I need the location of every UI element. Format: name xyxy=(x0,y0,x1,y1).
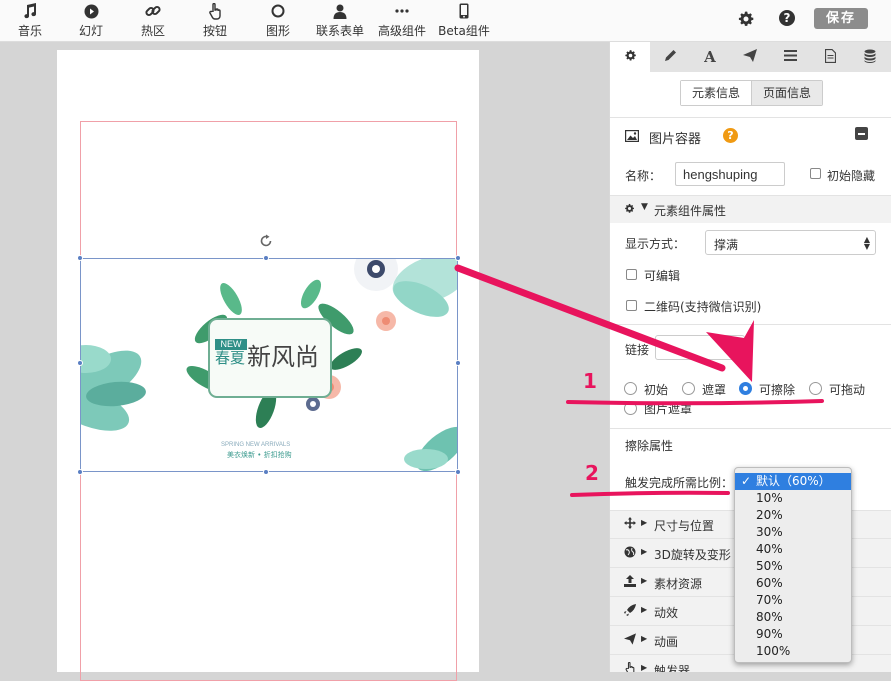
dropdown-option[interactable]: 100% xyxy=(735,643,851,660)
dropdown-option[interactable]: 20% xyxy=(735,507,851,524)
trigger-ratio-dropdown[interactable]: 默认（60%） 10% 20% 30% 40% 50% 60% 70% 80% … xyxy=(734,467,852,663)
dropdown-option[interactable]: 10% xyxy=(735,490,851,507)
dropdown-option[interactable]: 30% xyxy=(735,524,851,541)
annotation-number-1: 1 xyxy=(583,369,597,393)
dropdown-option[interactable]: 50% xyxy=(735,558,851,575)
dropdown-option[interactable]: 60% xyxy=(735,575,851,592)
dropdown-option[interactable]: 80% xyxy=(735,609,851,626)
annotation-number-2: 2 xyxy=(585,461,599,485)
dropdown-option[interactable]: 90% xyxy=(735,626,851,643)
dropdown-option[interactable]: 40% xyxy=(735,541,851,558)
dropdown-option[interactable]: 默认（60%） xyxy=(735,473,851,490)
dropdown-option[interactable]: 70% xyxy=(735,592,851,609)
